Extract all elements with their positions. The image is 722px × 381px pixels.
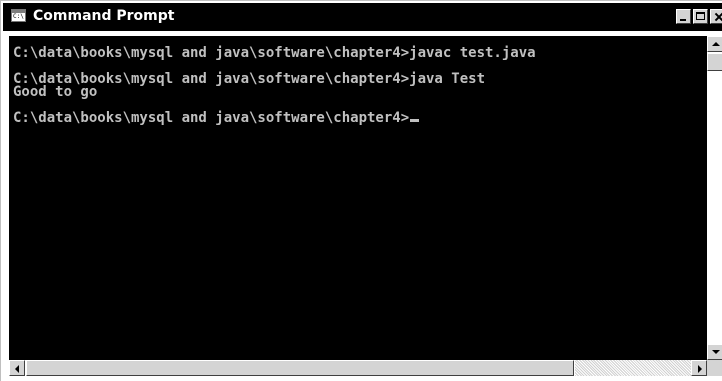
console-line: C:\data\books\mysql and java\software\ch… <box>13 45 536 61</box>
minimize-button[interactable] <box>676 9 691 24</box>
scrollbar-corner <box>707 360 722 376</box>
text-cursor <box>410 119 420 122</box>
console-prompt-line: C:\data\books\mysql and java\software\ch… <box>13 110 707 126</box>
vertical-scroll-thumb[interactable] <box>707 53 722 71</box>
window-title: Command Prompt <box>33 8 175 24</box>
arrow-right-icon <box>698 365 702 373</box>
console-line: Good to go <box>13 84 98 100</box>
scroll-up-button[interactable] <box>707 36 722 52</box>
close-button[interactable] <box>710 9 722 24</box>
horizontal-scrollbar[interactable] <box>9 360 707 376</box>
arrow-down-icon <box>712 350 720 354</box>
arrow-up-icon <box>712 42 720 46</box>
console-text: C:\data\books\mysql and java\software\ch… <box>9 36 707 125</box>
command-prompt-window: C:\ Command Prompt C:\data\books\mysql a… <box>0 0 722 381</box>
scroll-down-button[interactable] <box>707 344 722 360</box>
arrow-left-icon <box>15 365 19 373</box>
console-line: C:\data\books\mysql and java\software\ch… <box>13 71 486 87</box>
console-output-area[interactable]: C:\data\books\mysql and java\software\ch… <box>9 36 707 360</box>
horizontal-scroll-thumb[interactable] <box>26 360 574 376</box>
app-icon-glyph: C:\ <box>13 13 24 20</box>
title-bar[interactable]: C:\ Command Prompt <box>3 3 722 31</box>
console-prompt: C:\data\books\mysql and java\software\ch… <box>13 110 410 126</box>
console-app-icon[interactable]: C:\ <box>11 9 26 22</box>
horizontal-scroll-track[interactable] <box>575 360 691 376</box>
maximize-button[interactable] <box>693 9 708 24</box>
scroll-right-button[interactable] <box>691 360 707 376</box>
scroll-left-button[interactable] <box>9 360 25 376</box>
vertical-scrollbar[interactable] <box>707 36 722 360</box>
